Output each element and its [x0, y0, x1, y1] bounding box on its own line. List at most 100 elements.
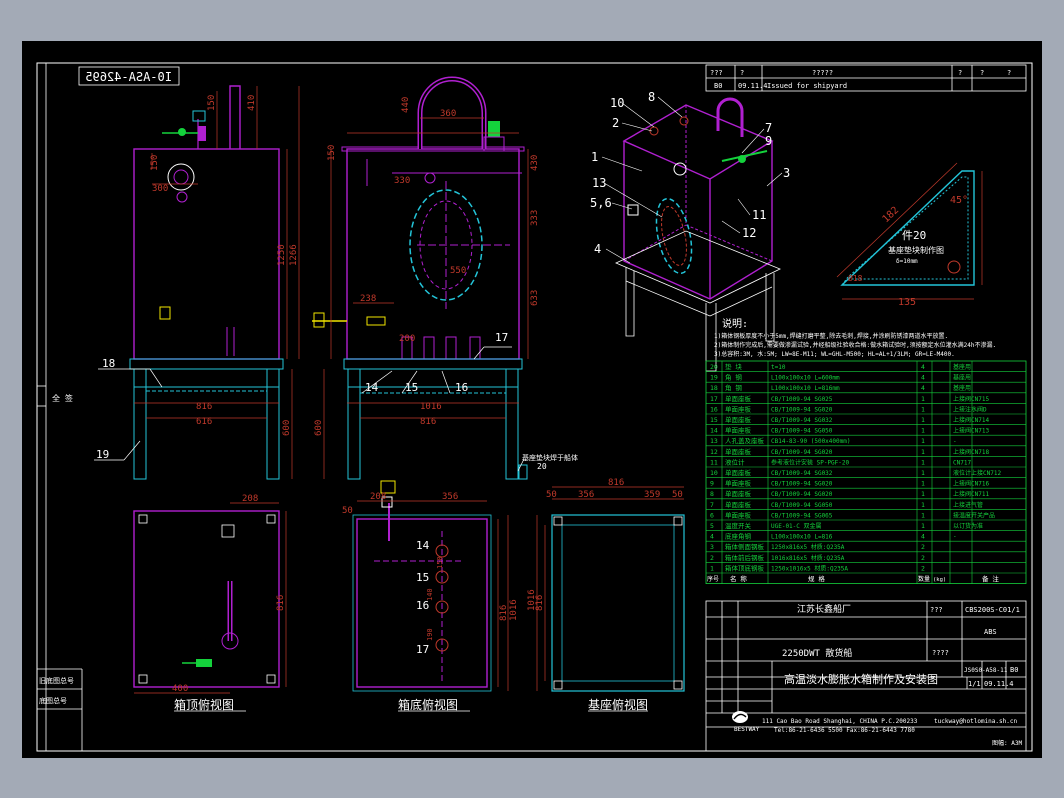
side-label-15: 15 — [405, 381, 418, 394]
bom-qty: 4 — [921, 374, 925, 382]
svg-text:11: 11 — [752, 208, 766, 222]
svg-text:238: 238 — [360, 294, 376, 304]
svg-text:816: 816 — [499, 605, 509, 621]
bom-remark: CN717 — [953, 459, 971, 466]
bom-header-name: 名 称 — [730, 574, 747, 583]
bom-header-unit: (kg) — [933, 577, 946, 583]
svg-text:400: 400 — [172, 684, 188, 694]
bom-remark: 基座用 — [953, 363, 971, 371]
bom-spec: CB/T1009-94 SG032 — [771, 417, 833, 424]
svg-text:616: 616 — [196, 417, 212, 427]
svg-text:1016: 1016 — [420, 402, 442, 412]
svg-text:B0: B0 — [714, 82, 722, 90]
bom-no: 12 — [710, 448, 718, 456]
svg-text:360: 360 — [440, 109, 456, 119]
svg-text:190: 190 — [426, 628, 434, 641]
svg-text:4: 4 — [594, 242, 601, 256]
bom-no: 3 — [710, 543, 714, 551]
bom-qty: 1 — [921, 448, 925, 456]
drawing-sheet: 全 签 旧底图总号 底图总号 I0-ASA-42695 ??? ? ????? … — [22, 41, 1042, 758]
bom-spec: CB/T1009-94 SG020 — [771, 481, 833, 488]
svg-text:1: 1 — [591, 150, 598, 164]
bom-remark: 上接阀CN715 — [953, 395, 989, 403]
tb-scale: ??? — [930, 606, 943, 614]
tb-dwg-no: CBS200S-C01/1 — [965, 606, 1020, 614]
bom-header-remark: 备 注 — [982, 574, 999, 583]
bom-name: 箱体侧面钢板 — [725, 542, 765, 551]
bom-spec: CB/T1009-94 SG020 — [771, 406, 833, 413]
bom-qty: 4 — [921, 384, 925, 392]
tb-company: 江苏长鑫船厂 — [797, 603, 851, 615]
bom-remark: - — [953, 438, 957, 445]
svg-text:333: 333 — [530, 210, 540, 226]
bom-spec: CB/T1009-94 SG050 — [771, 502, 833, 509]
bom-no: 20 — [710, 363, 718, 371]
tb-sheet: 1/1 — [968, 680, 981, 688]
bom-remark: 上接阀CN713 — [953, 427, 989, 435]
bom-no: 13 — [710, 437, 718, 445]
bom-remark: 上接阀CN718 — [953, 448, 989, 456]
svg-text:16: 16 — [416, 599, 429, 612]
bom-name: 单面座板 — [725, 394, 752, 403]
svg-text:600: 600 — [314, 420, 324, 436]
bom-qty: 1 — [921, 427, 925, 435]
bom-no: 5 — [710, 522, 714, 530]
svg-text:430: 430 — [530, 155, 540, 171]
tb-paper: 图幅: A3M — [992, 739, 1022, 747]
bom-name: 箱体前后钢板 — [725, 553, 765, 562]
bom-no: 8 — [710, 490, 714, 498]
top-plan-view: 208 400 816 箱顶俯视图 — [133, 494, 287, 712]
tb-address: 111 Cao Bao Road Shanghai, CHINA P.C.200… — [762, 718, 918, 725]
bom-no: 7 — [710, 501, 714, 509]
bom-name: 单面座板 — [725, 426, 752, 435]
bom-qty: 1 — [921, 480, 925, 488]
bom-spec: L100x100x10 L=816 — [771, 534, 833, 541]
bom-no: 15 — [710, 416, 718, 424]
revision-row2: B0 09.11.4 Issued for shipyard — [714, 82, 847, 90]
svg-text:150: 150 — [207, 95, 217, 111]
svg-text:7: 7 — [765, 121, 772, 135]
svg-text:150: 150 — [436, 556, 444, 569]
svg-text:15: 15 — [416, 571, 429, 584]
bom-remark: - — [953, 534, 957, 541]
part20-note: δ=10mm — [896, 258, 918, 265]
bom-spec: CB/T1009-94 SG050 — [771, 428, 833, 435]
svg-text:816: 816 — [276, 595, 286, 611]
svg-text:?: ? — [1007, 69, 1011, 77]
bom-name: 角 钢 — [725, 383, 742, 392]
svg-text:3)总容积:3M, 水:5M; LW=8E-M11;: 3)总容积:3M, 水:5M; LW=8E-M11; WL=GHL-M500; … — [714, 350, 955, 358]
bom-name: 单面座板 — [725, 447, 752, 456]
svg-text:Ø18: Ø18 — [848, 273, 863, 283]
svg-text:816: 816 — [420, 417, 436, 427]
svg-text:3: 3 — [783, 166, 790, 180]
svg-text:?: ? — [740, 69, 744, 77]
svg-text:208: 208 — [242, 494, 258, 504]
bom-name: 单面座板 — [725, 479, 752, 488]
bom-header-spec: 规 格 — [808, 574, 825, 583]
bom-remark: 接温度开关产品 — [953, 511, 995, 519]
iso-view: 10 8 2 7 9 1 3 11 13 5,6 12 4 — [590, 90, 790, 372]
tb-email: tuckway@hotlomina.sh.cn — [934, 718, 1017, 725]
svg-text:2: 2 — [612, 116, 619, 130]
bom-name: 温度开关 — [725, 521, 752, 530]
svg-text:2)箱体制作完成后,需要做渗漏试验,并经船级社验收合格:做水: 2)箱体制作完成后,需要做渗漏试验,并经船级社验收合格:做水箱试验时,须按额定水… — [714, 341, 996, 349]
svg-text:356: 356 — [578, 490, 594, 500]
svg-text:356: 356 — [442, 492, 458, 502]
tb-dwg-code: JS0S0-A58-11 — [964, 667, 1008, 674]
bom-qty: 1 — [921, 522, 925, 530]
bom-qty: 4 — [921, 533, 925, 541]
svg-text:14: 14 — [416, 539, 430, 552]
svg-text:300: 300 — [152, 184, 168, 194]
bom-no: 18 — [710, 384, 718, 392]
notes: 说明: 1)箱体钢板厚度不小于5mm,焊缝打磨平整,除去毛刺,焊接,并涂刷防锈漆… — [714, 317, 996, 358]
part20-caption: 基座垫块制作图 — [888, 245, 944, 255]
bom-qty: 2 — [921, 564, 925, 572]
tb-rev: B0 — [1010, 666, 1018, 674]
bom-remark: 上接进气管 — [953, 501, 983, 509]
svg-text:135: 135 — [898, 297, 916, 308]
bom-no: 17 — [710, 395, 718, 403]
side-view: 440 360 150 330 430 333 633 238 550 200 … — [312, 76, 578, 480]
svg-text:150: 150 — [327, 145, 337, 161]
svg-text:816: 816 — [608, 478, 624, 488]
bom-qty: 2 — [921, 554, 925, 562]
